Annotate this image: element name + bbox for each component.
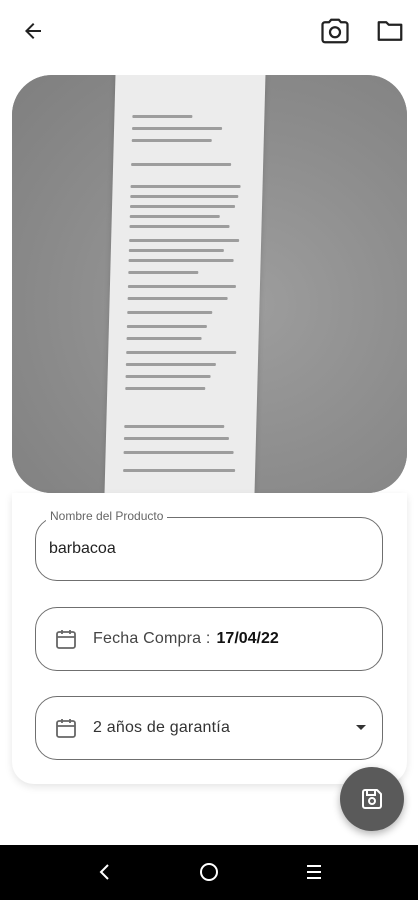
save-button[interactable] [340,767,404,831]
nav-back-button[interactable] [90,857,120,887]
camera-button[interactable] [315,11,355,51]
nav-home-icon [200,863,218,881]
top-app-bar [0,0,418,64]
product-name-input[interactable]: barbacoa [49,540,116,558]
nav-menu-button[interactable] [299,857,329,887]
purchase-date-value: 17/04/22 [216,630,279,647]
calendar-icon [53,715,79,741]
arrow-left-icon [25,23,41,39]
product-form-card: Nombre del Producto barbacoa Fecha Compr… [12,493,407,784]
product-name-field[interactable]: Nombre del Producto barbacoa [35,509,383,581]
back-button[interactable] [13,11,53,51]
purchase-date-field[interactable]: Fecha Compra : 17/04/22 [35,607,383,671]
folder-icon [377,21,403,41]
floppy-disk-icon [362,789,382,809]
warranty-select[interactable]: 2 años de garantía [35,696,383,760]
system-navigation-bar [0,845,418,900]
nav-menu-icon [307,865,321,879]
calendar-icon [53,626,79,652]
purchase-date-label: Fecha Compra : [93,630,211,647]
warranty-selected-value: 2 años de garantía [93,719,231,736]
receipt-photo [12,75,407,493]
nav-home-button[interactable] [194,857,224,887]
receipt-paper [104,75,266,493]
caret-down-icon[interactable] [356,725,366,730]
product-name-label: Nombre del Producto [46,509,168,523]
camera-icon [321,18,349,44]
nav-back-icon [99,864,109,880]
folder-button[interactable] [370,11,410,51]
